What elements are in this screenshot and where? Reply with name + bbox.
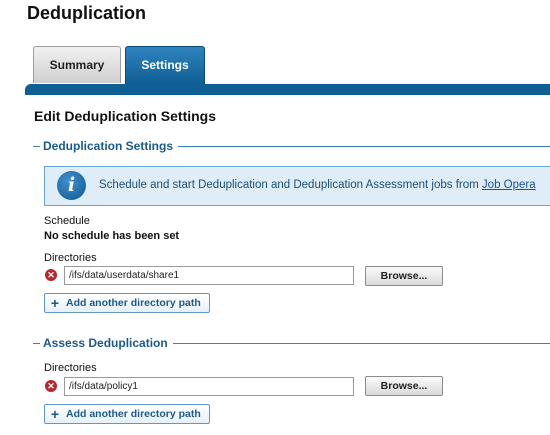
directories-label: Directories	[44, 362, 97, 374]
plus-icon: +	[50, 295, 60, 311]
tab-settings[interactable]: Settings	[125, 46, 205, 85]
info-text: Schedule and start Deduplication and Ded…	[99, 179, 536, 191]
remove-directory-icon[interactable]: ✕	[45, 380, 57, 392]
section-heading: Edit Deduplication Settings	[34, 108, 217, 124]
tab-summary[interactable]: Summary	[33, 46, 121, 83]
info-icon: i	[57, 171, 86, 200]
assess-dedup-legend: Assess Deduplication	[40, 336, 171, 350]
add-directory-label: Add another directory path	[66, 297, 201, 309]
info-box: i Schedule and start Deduplication and D…	[44, 166, 550, 206]
schedule-value: No schedule has been set	[44, 230, 180, 242]
browse-button[interactable]: Browse...	[365, 266, 443, 286]
dedup-settings-legend: Deduplication Settings	[40, 139, 177, 153]
remove-directory-icon[interactable]: ✕	[45, 269, 57, 281]
directories-label: Directories	[44, 252, 97, 264]
plus-icon: +	[50, 406, 60, 422]
legend-rule-left	[33, 146, 40, 147]
add-directory-button[interactable]: + Add another directory path	[44, 404, 210, 424]
directory-path-input[interactable]	[64, 266, 354, 285]
info-message: Schedule and start Deduplication and Ded…	[99, 179, 482, 191]
add-directory-label: Add another directory path	[66, 408, 201, 420]
directory-path-input[interactable]	[64, 377, 354, 396]
job-operations-link[interactable]: Job Opera	[482, 179, 536, 191]
legend-rule-right	[178, 146, 550, 147]
browse-button[interactable]: Browse...	[365, 376, 443, 396]
legend-rule-left	[33, 343, 40, 344]
add-directory-button[interactable]: + Add another directory path	[44, 293, 210, 313]
page-title: Deduplication	[27, 3, 147, 23]
tab-bar	[25, 84, 550, 95]
schedule-label: Schedule	[44, 215, 90, 227]
legend-rule-right	[173, 343, 550, 344]
